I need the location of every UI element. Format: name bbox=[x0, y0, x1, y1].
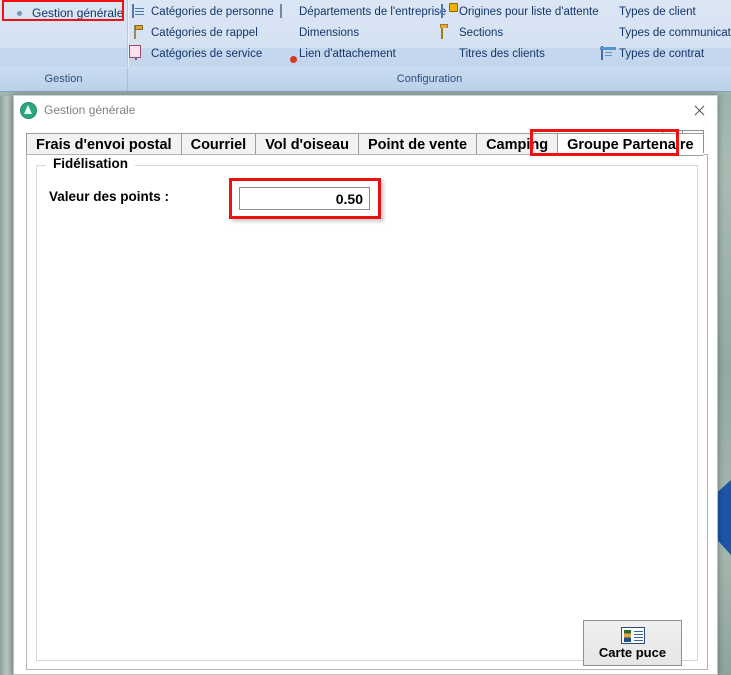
ribbon-toolbar: Gestion générale Catégories de personne … bbox=[0, 0, 731, 92]
origins-icon bbox=[440, 3, 456, 21]
id-card-icon bbox=[620, 626, 645, 644]
ribbon-button-lien-dattachement[interactable]: Lien d'attachement bbox=[277, 44, 437, 65]
ribbon-config-column-2: Départements de l'entreprise Dimensions … bbox=[277, 2, 446, 65]
ribbon-button-label: Types de client bbox=[619, 6, 696, 18]
communication-icon bbox=[600, 26, 616, 42]
ribbon-button-label: Types de communication bbox=[619, 27, 731, 39]
ribbon-button-label: Titres des clients bbox=[459, 48, 545, 60]
ribbon-button-categories-de-service[interactable]: Catégories de service bbox=[129, 44, 277, 65]
tab-courriel[interactable]: Courriel bbox=[180, 133, 256, 156]
ribbon-button-label: Lien d'attachement bbox=[299, 48, 396, 60]
contract-icon bbox=[600, 45, 616, 63]
app-logo-icon bbox=[20, 102, 37, 119]
dialog-titlebar: Gestion générale bbox=[14, 96, 717, 125]
ribbon-button-label: Dimensions bbox=[299, 27, 360, 39]
ribbon-button-categories-de-rappel[interactable]: Catégories de rappel bbox=[129, 23, 277, 44]
ribbon-button-types-de-contrat[interactable]: Types de contrat bbox=[597, 44, 717, 65]
ribbon-button-departements-de-lentreprise[interactable]: Départements de l'entreprise bbox=[277, 2, 446, 23]
ribbon-group-gestion-body: Gestion générale bbox=[0, 0, 127, 23]
tab-vol-doiseau[interactable]: Vol d'oiseau bbox=[255, 133, 358, 156]
departments-icon bbox=[280, 3, 296, 21]
ribbon-button-label: Catégories de service bbox=[151, 48, 263, 60]
dialog-gestion-generale: Gestion générale Frais d'envoi postal Co… bbox=[13, 95, 718, 675]
dialog-title: Gestion générale bbox=[44, 103, 136, 117]
gear-icon bbox=[12, 6, 28, 22]
folder-icon bbox=[440, 24, 456, 42]
ribbon-button-label: Catégories de rappel bbox=[151, 27, 258, 39]
ribbon-group-label-gestion: Gestion bbox=[0, 68, 128, 91]
carte-puce-button[interactable]: Carte puce bbox=[583, 620, 682, 666]
ribbon-button-label: Types de contrat bbox=[619, 48, 705, 60]
tab-page-groupe-partenaire: Fidélisation Valeur des points : Carte p… bbox=[26, 154, 708, 670]
ribbon-button-label: Départements de l'entreprise bbox=[299, 6, 447, 18]
ribbon-button-gestion-generale-label: Gestion générale bbox=[32, 6, 124, 20]
ribbon-button-label: Catégories de personne bbox=[151, 6, 274, 18]
ribbon-button-sections[interactable]: Sections bbox=[437, 23, 597, 44]
clipboard-icon bbox=[132, 24, 148, 42]
people-red-icon bbox=[600, 5, 616, 21]
points-value-input[interactable] bbox=[239, 187, 370, 210]
ribbon-button-types-de-client[interactable]: Types de client bbox=[597, 2, 717, 23]
desktop-backdrop-left bbox=[0, 96, 14, 675]
tab-point-de-vente[interactable]: Point de vente bbox=[357, 133, 477, 156]
ribbon-button-categories-de-personne[interactable]: Catégories de personne bbox=[129, 2, 277, 23]
grid-icon bbox=[280, 26, 296, 42]
tab-groupe-partenaire[interactable]: Groupe Partenaire bbox=[557, 133, 703, 156]
close-icon[interactable] bbox=[685, 100, 713, 122]
ribbon-button-gestion-generale[interactable]: Gestion générale bbox=[8, 4, 127, 23]
tab-frais-denvoi-postal[interactable]: Frais d'envoi postal bbox=[26, 133, 181, 156]
desktop-backdrop-shape bbox=[716, 480, 731, 555]
ribbon-group-configuration: Catégories de personne Catégories de rap… bbox=[128, 0, 731, 68]
ribbon-button-origines-pour-liste-dattente[interactable]: Origines pour liste d'attente bbox=[437, 2, 599, 23]
list-icon bbox=[132, 3, 148, 21]
field-row-valeur-des-points: Valeur des points : bbox=[49, 178, 687, 219]
ribbon-button-types-de-communication[interactable]: Types de communication bbox=[597, 23, 731, 44]
fieldset-fidelisation: Fidélisation Valeur des points : Carte p… bbox=[36, 156, 698, 666]
ribbon-group-label-configuration: Configuration bbox=[396, 73, 463, 85]
ribbon-group-label-strip: Gestion Configuration bbox=[0, 67, 731, 91]
ribbon-groups: Gestion générale Catégories de personne … bbox=[0, 0, 731, 68]
tab-bar: Frais d'envoi postal Courriel Vol d'oise… bbox=[14, 129, 717, 156]
carte-puce-button-label: Carte puce bbox=[598, 644, 667, 660]
field-label-valeur-des-points: Valeur des points : bbox=[49, 189, 170, 204]
copy-icon bbox=[132, 45, 148, 63]
ribbon-config-column-1: Catégories de personne Catégories de rap… bbox=[129, 2, 277, 65]
attachment-person-icon bbox=[280, 47, 296, 63]
ribbon-button-dimensions[interactable]: Dimensions bbox=[277, 23, 437, 44]
tab-camping[interactable]: Camping bbox=[476, 133, 558, 156]
ribbon-config-column-4: Types de client Types de communication T… bbox=[597, 2, 731, 65]
people-icon bbox=[440, 47, 456, 63]
ribbon-button-titres-des-clients[interactable]: Titres des clients bbox=[437, 44, 597, 65]
ribbon-group-gestion: Gestion générale bbox=[0, 0, 128, 68]
fieldset-legend: Fidélisation bbox=[49, 156, 133, 171]
ribbon-config-column-3: Origines pour liste d'attente Sections T… bbox=[437, 2, 599, 65]
ribbon-button-label: Origines pour liste d'attente bbox=[459, 6, 599, 18]
ribbon-group-configuration-body: Catégories de personne Catégories de rap… bbox=[129, 0, 731, 65]
ribbon-button-label: Sections bbox=[459, 27, 504, 39]
